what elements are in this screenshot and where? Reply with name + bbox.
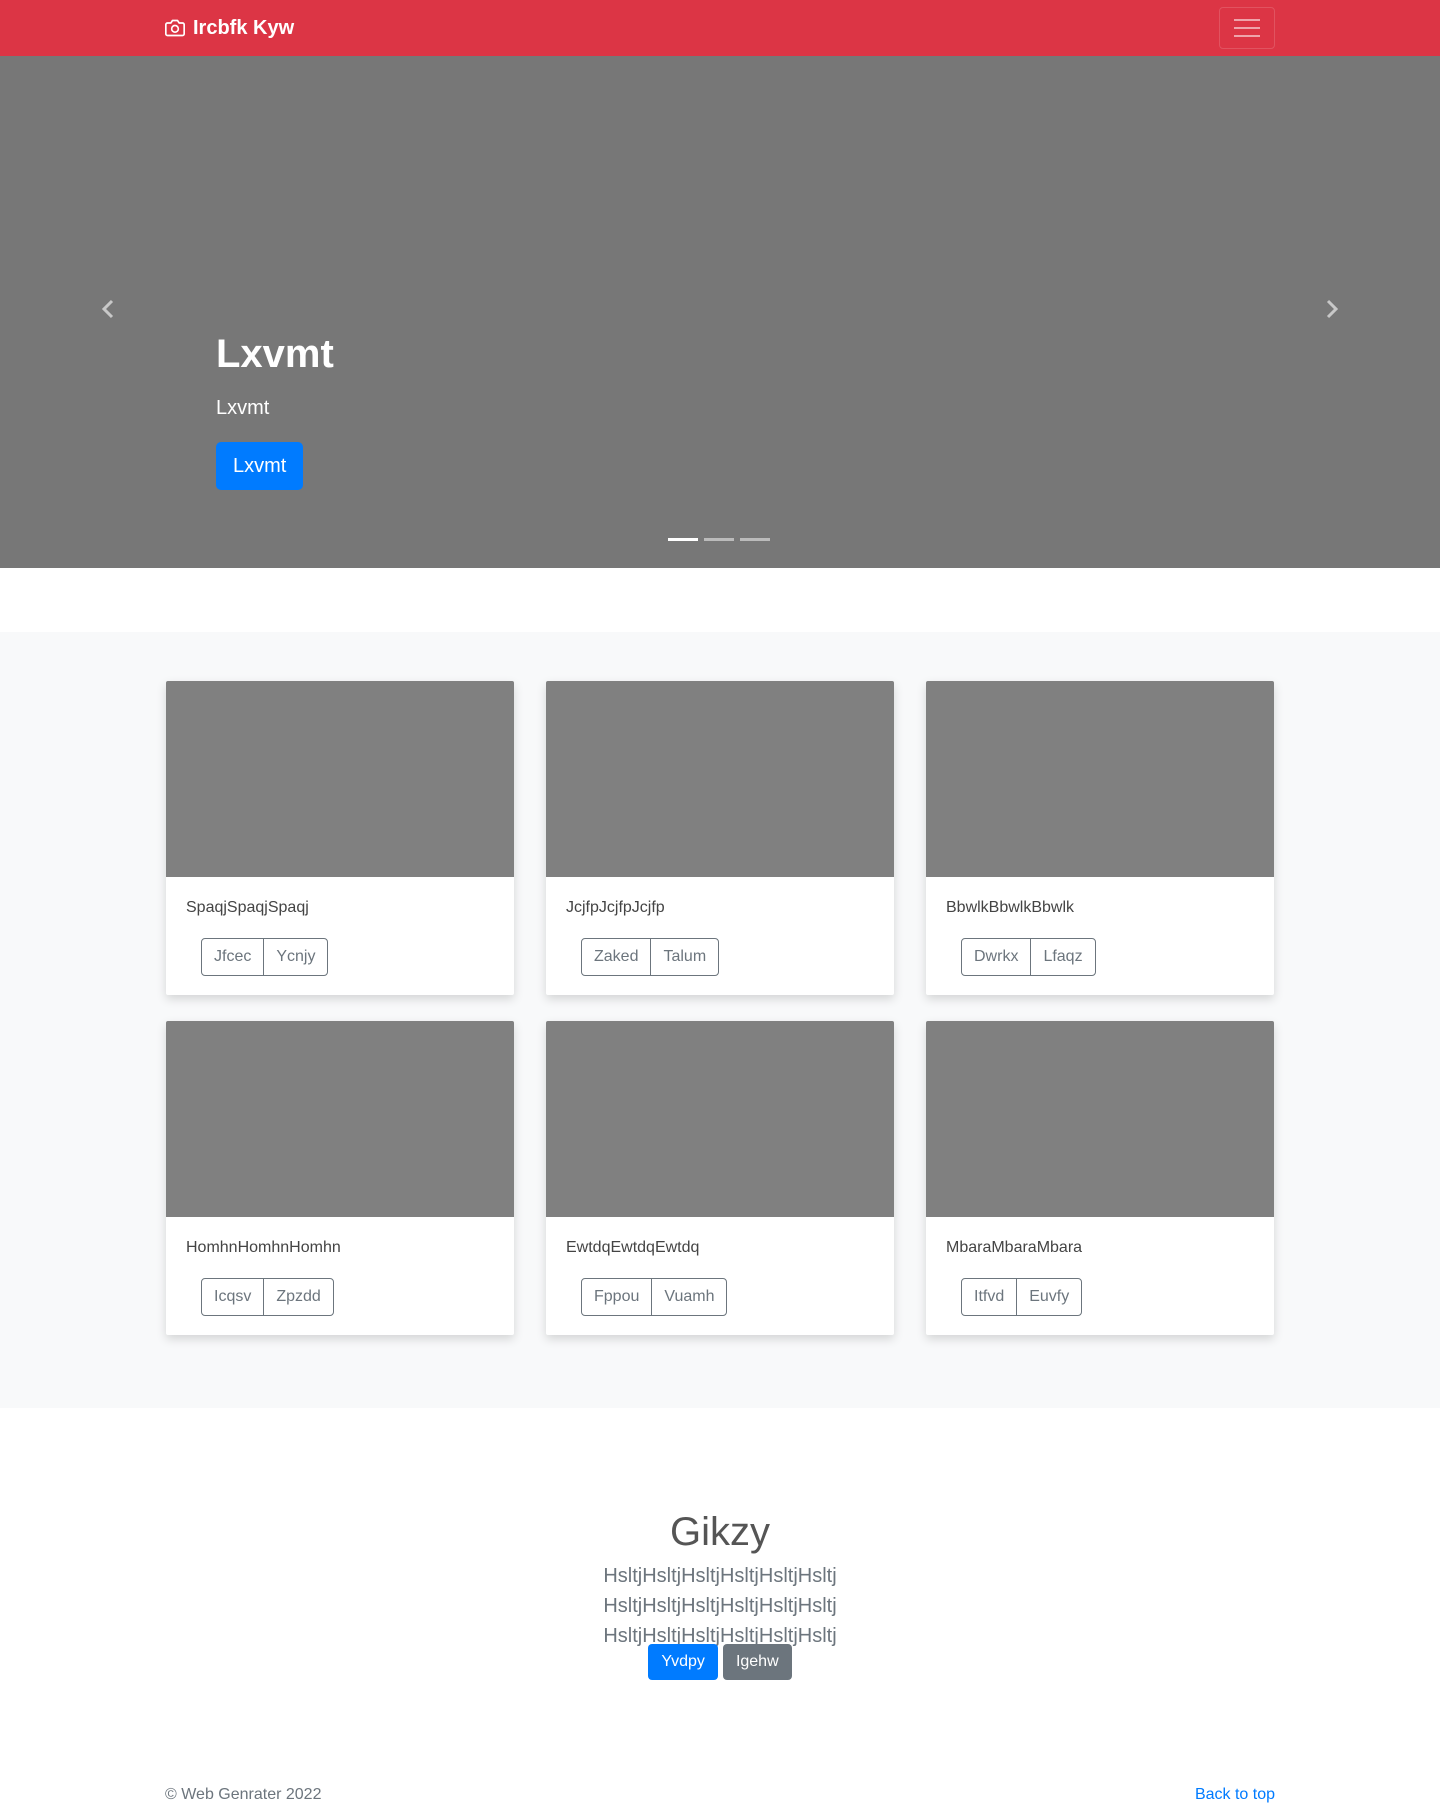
card-thumbnail	[166, 681, 514, 877]
chevron-right-icon	[1326, 299, 1339, 319]
card-button[interactable]: Ycnjy	[263, 938, 329, 976]
jumbotron-buttons: Yvdpy Igehw	[0, 1644, 1440, 1680]
album-card: SpaqjSpaqjSpaqj Jfcec Ycnjy	[166, 681, 514, 995]
card-thumbnail	[166, 1021, 514, 1217]
card-button-group: Itfvd Euvfy	[961, 1278, 1083, 1316]
card-thumbnail	[926, 681, 1274, 877]
album-card: HomhnHomhnHomhn Icqsv Zpzdd	[166, 1021, 514, 1335]
card-button[interactable]: Jfcec	[201, 938, 265, 976]
chevron-left-icon	[101, 299, 114, 319]
carousel-cta-button[interactable]: Lxvmt	[216, 442, 304, 490]
album-card: BbwlkBbwlkBbwlk Dwrkx Lfaqz	[926, 681, 1274, 995]
card-button[interactable]: Vuamh	[651, 1278, 728, 1316]
carousel-prev-button[interactable]	[93, 294, 123, 324]
card-text: MbaraMbaraMbara	[946, 1239, 1083, 1256]
carousel-caption: Lxvmt Lxvmt Lxvmt	[216, 330, 334, 490]
card-button-group: Icqsv Zpzdd	[201, 1278, 334, 1316]
jumbotron-lead: HsltjHsltjHsltjHsltjHsltjHsltj HsltjHslt…	[603, 1565, 837, 1647]
card-button[interactable]: Lfaqz	[1030, 938, 1096, 976]
card-button[interactable]: Euvfy	[1016, 1278, 1083, 1316]
card-button-group: Fppou Vuamh	[581, 1278, 728, 1316]
card-thumbnail	[926, 1021, 1274, 1217]
card-text: EwtdqEwtdqEwtdq	[566, 1239, 700, 1256]
album-card: JcjfpJcjfpJcjfp Zaked Talum	[546, 681, 894, 995]
card-button[interactable]: Itfvd	[961, 1278, 1018, 1316]
carousel-text: Lxvmt	[216, 397, 270, 419]
card-button[interactable]: Zaked	[581, 938, 652, 976]
primary-button[interactable]: Yvdpy	[648, 1644, 718, 1680]
card-button-group: Jfcec Ycnjy	[201, 938, 329, 976]
jumbotron-heading: Gikzy	[670, 1510, 770, 1554]
card-thumbnail	[546, 1021, 894, 1217]
card-thumbnail	[546, 681, 894, 877]
brand-link[interactable]: Ircbfk Kyw	[165, 16, 294, 40]
card-button[interactable]: Icqsv	[201, 1278, 265, 1316]
card-button-group: Dwrkx Lfaqz	[961, 938, 1096, 976]
carousel-indicators	[668, 538, 770, 541]
card-text: JcjfpJcjfpJcjfp	[566, 899, 665, 916]
carousel-indicator-2[interactable]	[704, 538, 734, 541]
back-to-top-link[interactable]: Back to top	[1195, 1786, 1275, 1804]
card-button-group: Zaked Talum	[581, 938, 720, 976]
footer: © Web Genrater 2022 Back to top	[0, 1786, 1440, 1810]
card-text: HomhnHomhnHomhn	[186, 1239, 341, 1256]
card-text: BbwlkBbwlkBbwlk	[946, 899, 1075, 916]
album-card: EwtdqEwtdqEwtdq Fppou Vuamh	[546, 1021, 894, 1335]
carousel-heading: Lxvmt	[216, 332, 334, 376]
secondary-button[interactable]: Igehw	[722, 1644, 792, 1680]
hero-carousel: Lxvmt Lxvmt Lxvmt	[0, 56, 1440, 568]
card-button[interactable]: Talum	[650, 938, 720, 976]
album-section: SpaqjSpaqjSpaqj Jfcec Ycnjy JcjfpJcjfpJc…	[0, 632, 1440, 1408]
navbar-toggler-button[interactable]	[1219, 7, 1275, 49]
card-button[interactable]: Dwrkx	[961, 938, 1032, 976]
brand-name: Ircbfk Kyw	[193, 16, 295, 39]
footer-copyright: © Web Genrater 2022	[165, 1786, 322, 1803]
album-card: MbaraMbaraMbara Itfvd Euvfy	[926, 1021, 1274, 1335]
carousel-next-button[interactable]	[1317, 294, 1347, 324]
navbar: Ircbfk Kyw	[0, 0, 1440, 56]
card-button[interactable]: Zpzdd	[263, 1278, 334, 1316]
hamburger-icon	[1234, 19, 1260, 37]
card-text: SpaqjSpaqjSpaqj	[186, 899, 309, 916]
card-button[interactable]: Fppou	[581, 1278, 653, 1316]
carousel-indicator-3[interactable]	[740, 538, 770, 541]
carousel-indicator-1[interactable]	[668, 538, 698, 541]
camera-icon	[165, 19, 185, 37]
